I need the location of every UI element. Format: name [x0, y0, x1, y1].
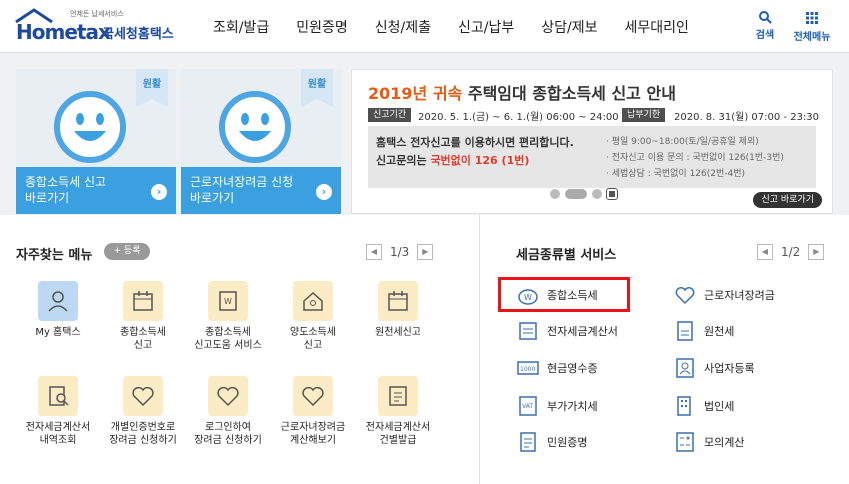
- services-pager: ◀ 1/2 ▶: [757, 244, 825, 260]
- favorites-pager: ◀ 1/3 ▶: [366, 244, 434, 260]
- logo-korean: 국세청홈택스: [102, 27, 174, 42]
- vat-icon: VAT: [519, 396, 537, 416]
- certificate-icon: [520, 432, 536, 452]
- period-tag: 신고기간: [368, 108, 412, 122]
- prev-page-button[interactable]: ◀: [757, 244, 773, 260]
- invoice-icon: [519, 322, 537, 340]
- page-indicator: 1/2: [781, 245, 801, 259]
- search-icon: [759, 11, 772, 24]
- nav-item-consult[interactable]: 상담/제보: [541, 17, 597, 37]
- svg-text:VAT: VAT: [522, 403, 533, 410]
- add-favorite-button[interactable]: + 등록: [104, 243, 150, 260]
- tile-income-tax-help[interactable]: W 종합소득세 신고도움 서비스: [190, 281, 266, 352]
- smiley-icon: [219, 91, 291, 163]
- heart-icon: [123, 376, 163, 416]
- tile-credit-by-login[interactable]: 로그인하여 장려금 신청하기: [190, 376, 266, 447]
- tile-credit-calculator[interactable]: 근로자녀장려금 계산해보기: [275, 376, 351, 447]
- tile-e-invoice-inquiry[interactable]: 전자세금계산서 내역조회: [20, 376, 96, 447]
- smiley-icon: [54, 91, 126, 163]
- tile-income-tax-filing[interactable]: 종합소득세 신고: [105, 281, 181, 352]
- card-income-tax[interactable]: 원활 종합소득세 신고 바로가기 ›: [16, 69, 176, 214]
- banner-hours: · 평일 9:00~18:00(토/일/공휴일 제외): [606, 137, 759, 147]
- grid-icon: [806, 12, 818, 24]
- service-vat[interactable]: VAT 부가가치세: [517, 396, 598, 416]
- status-badge: 원활: [301, 69, 333, 107]
- person-card-icon: [676, 358, 694, 378]
- main-nav: 조회/발급 민원증명 신청/제출 신고/납부 상담/제보 세무대리인: [213, 17, 716, 37]
- receipt-icon: 1000: [517, 361, 539, 375]
- heart-icon: [675, 287, 695, 305]
- nav-item-tax-agent[interactable]: 세무대리인: [625, 17, 689, 37]
- banner-info-line2: 신고문의는 국번없이 126 (1번): [376, 154, 530, 167]
- heart-icon: [208, 376, 248, 416]
- favorites-title: 자주찾는 메뉴: [16, 248, 93, 263]
- nav-item-application[interactable]: 신청/제출: [375, 17, 431, 37]
- notice-banner[interactable]: 2019년 귀속 주택임대 종합소득세 신고 안내 신고기간 2020. 5. …: [351, 69, 833, 214]
- service-earned-income-credit[interactable]: 근로자녀장려금: [674, 285, 775, 305]
- filing-period: 2020. 5. 1.(금) ~ 6. 1.(월) 06:00 ~ 24:00: [418, 112, 619, 123]
- next-page-button[interactable]: ▶: [417, 244, 434, 260]
- banner-consult: · 세법상담 : 국번없이 126(2번-4번): [606, 169, 746, 179]
- banner-inquiry: · 전자신고 이용 문의 : 국번없이 126(1번-3번): [606, 153, 784, 163]
- calendar-icon: [123, 281, 163, 321]
- slide-dot-active[interactable]: [565, 189, 587, 199]
- arrow-right-icon: ›: [151, 184, 167, 200]
- due-tag: 납부기한: [622, 108, 666, 122]
- filing-shortcut-button[interactable]: 신고 바로가기: [753, 192, 822, 208]
- services-title: 세금종류별 서비스: [516, 248, 617, 263]
- tile-credit-by-auth-number[interactable]: 개별인증번호로 장려금 신청하기: [105, 376, 181, 447]
- banner-title: 2019년 귀속 주택임대 종합소득세 신고 안내: [368, 84, 676, 103]
- calendar-icon: [378, 281, 418, 321]
- house-icon: [293, 281, 333, 321]
- service-e-invoice[interactable]: 전자세금계산서: [517, 321, 618, 341]
- nav-item-certificate[interactable]: 민원증명: [296, 17, 348, 37]
- tile-withholding-tax[interactable]: 원천세신고: [360, 281, 436, 339]
- tile-capital-gains-tax[interactable]: 양도소득세 신고: [275, 281, 351, 352]
- arrow-right-icon: ›: [316, 184, 332, 200]
- search-label: 검색: [755, 30, 775, 41]
- service-cash-receipt[interactable]: 1000 현금영수증: [517, 358, 598, 378]
- pause-button[interactable]: [606, 188, 618, 200]
- section-divider: [479, 215, 480, 484]
- card-earned-income-credit[interactable]: 원활 근로자녀장려금 신청 바로가기 ›: [181, 69, 341, 214]
- next-page-button[interactable]: ▶: [808, 244, 825, 260]
- service-corporate-tax[interactable]: 법인세: [674, 396, 734, 416]
- page-indicator: 1/3: [390, 245, 410, 259]
- tile-e-invoice-issue[interactable]: 전자세금계산서 건별발급: [360, 376, 436, 447]
- svg-text:1000: 1000: [520, 366, 535, 373]
- nav-item-inquiry[interactable]: 조회/발급: [213, 17, 269, 37]
- service-mock-calculation[interactable]: 모의계산: [674, 432, 744, 452]
- document-search-icon: [38, 376, 78, 416]
- service-business-registration[interactable]: 사업자등록: [674, 358, 755, 378]
- person-icon: [38, 281, 78, 321]
- slide-dot[interactable]: [550, 189, 560, 199]
- building-icon: [677, 396, 691, 416]
- all-menu-label: 전체메뉴: [793, 32, 831, 43]
- banner-info-box: 홈택스 전자신고를 이용하시면 편리합니다. 신고문의는 국번없이 126 (1…: [368, 126, 816, 188]
- invoice-icon: [378, 376, 418, 416]
- slide-dot[interactable]: [592, 189, 602, 199]
- svg-text:W: W: [224, 297, 232, 306]
- slide-indicator[interactable]: [550, 188, 618, 200]
- document-icon: W: [208, 281, 248, 321]
- nav-item-filing[interactable]: 신고/납부: [458, 17, 514, 37]
- all-menu-button[interactable]: 전체메뉴: [789, 10, 835, 43]
- payment-due: 2020. 8. 31(월) 07:00 - 23:30: [674, 112, 820, 123]
- calculator-icon: [676, 432, 694, 452]
- hometax-logo[interactable]: 언제든 납세서비스 Hometax 국세청홈택스: [14, 8, 174, 44]
- heart-icon: [293, 376, 333, 416]
- prev-page-button[interactable]: ◀: [366, 244, 382, 260]
- highlight-box: [498, 277, 630, 312]
- logo-tagline: 언제든 납세서비스: [70, 10, 124, 18]
- status-badge: 원활: [136, 69, 168, 107]
- banner-info-line1: 홈택스 전자신고를 이용하시면 편리합니다.: [376, 136, 574, 149]
- tile-my-hometax[interactable]: My 홈택스: [20, 281, 96, 339]
- logo-wordmark: Hometax: [16, 20, 111, 44]
- service-civil-certificate[interactable]: 민원증명: [517, 432, 587, 452]
- search-button[interactable]: 검색: [743, 10, 787, 41]
- service-withholding-tax[interactable]: 원천세: [674, 321, 734, 341]
- salary-doc-icon: [677, 321, 693, 341]
